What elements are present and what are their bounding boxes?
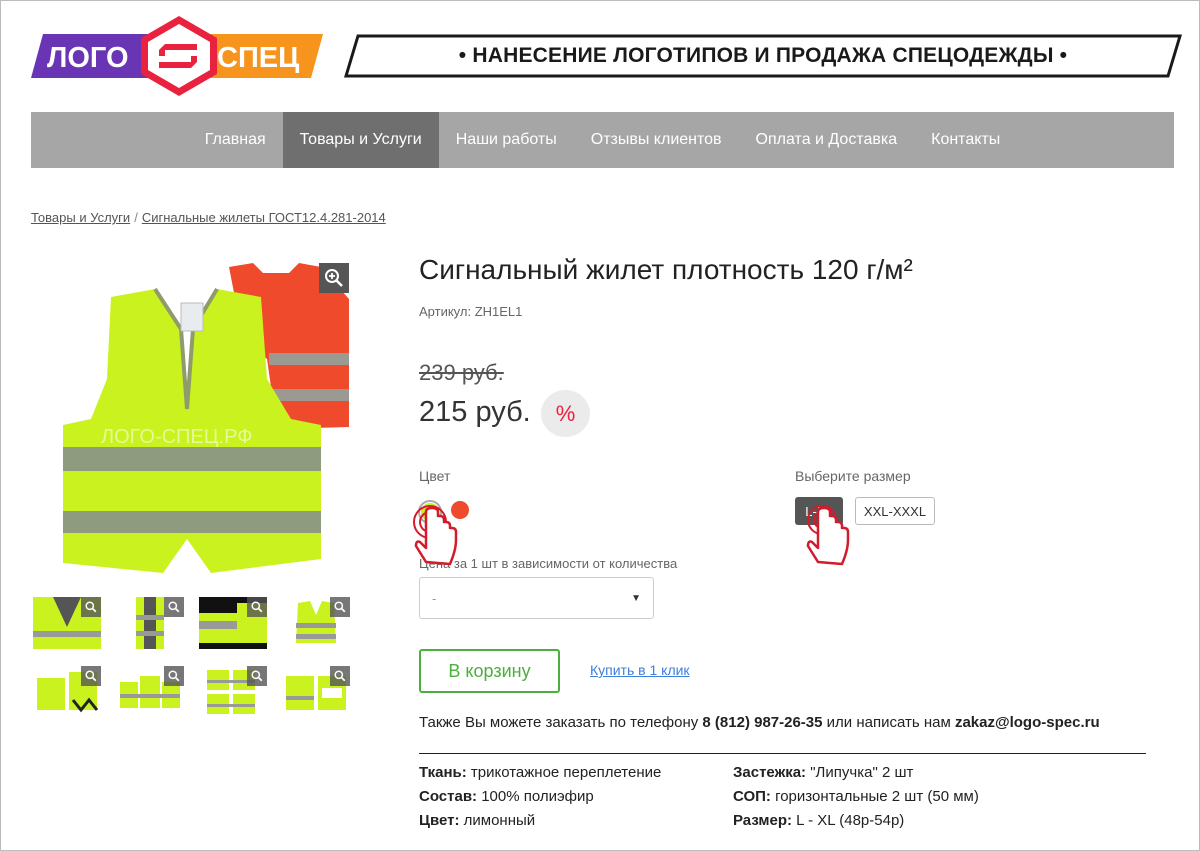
nav-item-home[interactable]: Главная [188,112,283,168]
product-main-image[interactable]: ЛОГО-СПЕЦ.РФ [31,259,353,579]
spec-composition: Состав: 100% полиэфир [419,788,594,805]
breadcrumb: Товары и Услуги / Сигнальные жилеты ГОСТ12… [31,210,386,225]
zoom-in-icon[interactable] [81,666,101,686]
logo-text-right: СПЕЦ [217,42,299,74]
zoom-in-icon[interactable] [164,597,184,617]
thumbnail-7[interactable] [199,666,267,718]
nav-item-payment[interactable]: Оплата и Доставка [739,112,915,168]
slogan-text: • НАНЕСЕНИЕ ЛОГОТИПОВ И ПРОДАЖА СПЕЦОДЕЖ… [458,44,1068,67]
old-price: 239 руб. [419,360,504,385]
quantity-select-value: - [432,590,437,606]
breadcrumb-link-products[interactable]: Товары и Услуги [31,210,130,225]
nav-item-contacts[interactable]: Контакты [914,112,1017,168]
thumbnail-6[interactable] [116,666,184,718]
spec-reflective-strips: СОП: горизонтальные 2 шт (50 мм) [733,788,979,805]
current-price: 215 руб. [419,396,531,428]
tap-hand-icon [806,505,850,566]
zoom-in-icon[interactable] [319,263,349,293]
spec-color: Цвет: лимонный [419,812,536,829]
buy-one-click-link[interactable]: Купить в 1 клик [590,662,690,678]
zoom-in-icon[interactable] [81,597,101,617]
discount-badge: % [541,390,590,437]
specs-divider [419,753,1146,754]
logo-text-left: ЛОГО [47,42,129,74]
size-button-xxl-xxxl[interactable]: XXL-XXXL [855,497,935,525]
nav-item-reviews[interactable]: Отзывы клиентов [574,112,739,168]
contact-prefix: Также Вы можете заказать по телефону [419,714,703,731]
tap-hand-icon [413,505,458,566]
contact-phone[interactable]: 8 (812) 987-26-35 [702,714,822,731]
spec-fabric: Ткань: трикотажное переплетение [419,764,662,781]
thumbnail-8[interactable] [282,666,350,718]
product-title: Сигнальный жилет плотность 120 г/м² [419,254,913,285]
zoom-in-icon[interactable] [164,666,184,686]
spec-fastener: Застежка: "Липучка" 2 шт [733,764,914,781]
contact-line: Также Вы можете заказать по телефону 8 (… [419,714,1100,731]
contact-email[interactable]: zakaz@logo-spec.ru [955,714,1100,731]
zoom-in-icon[interactable] [330,666,350,686]
spec-size: Размер: L - XL (48р-54р) [733,812,905,829]
thumbnail-1[interactable] [33,597,101,649]
nav-item-products[interactable]: Товары и Услуги [282,112,439,168]
color-label: Цвет [419,468,451,484]
quantity-select[interactable]: - ▼ [419,577,654,619]
site-logo[interactable]: ЛОГО СПЕЦ [31,16,323,96]
header-slogan: • НАНЕСЕНИЕ ЛОГОТИПОВ И ПРОДАЖА СПЕЦОДЕЖ… [344,34,1182,78]
zoom-in-icon[interactable] [330,597,350,617]
contact-middle: или написать нам [822,714,955,731]
dropdown-caret-icon: ▼ [631,592,641,604]
thumbnail-2[interactable] [116,597,184,649]
zoom-in-icon[interactable] [247,666,267,686]
zoom-in-icon[interactable] [247,597,267,617]
breadcrumb-separator: / [134,210,138,225]
add-to-cart-button[interactable]: В корзину [419,649,560,693]
thumbnail-3[interactable] [199,597,267,649]
breadcrumb-link-vests[interactable]: Сигнальные жилеты ГОСТ12.4.281-2014 [142,210,386,225]
image-watermark: ЛОГО-СПЕЦ.РФ [101,426,252,448]
size-label: Выберите размер [795,468,911,484]
thumbnail-4[interactable] [282,597,350,649]
product-sku: Артикул: ZH1EL1 [419,304,523,319]
thumbnail-5[interactable] [33,666,101,718]
main-nav: Главная Товары и Услуги Наши работы Отзы… [31,112,1174,168]
nav-item-works[interactable]: Наши работы [439,112,574,168]
